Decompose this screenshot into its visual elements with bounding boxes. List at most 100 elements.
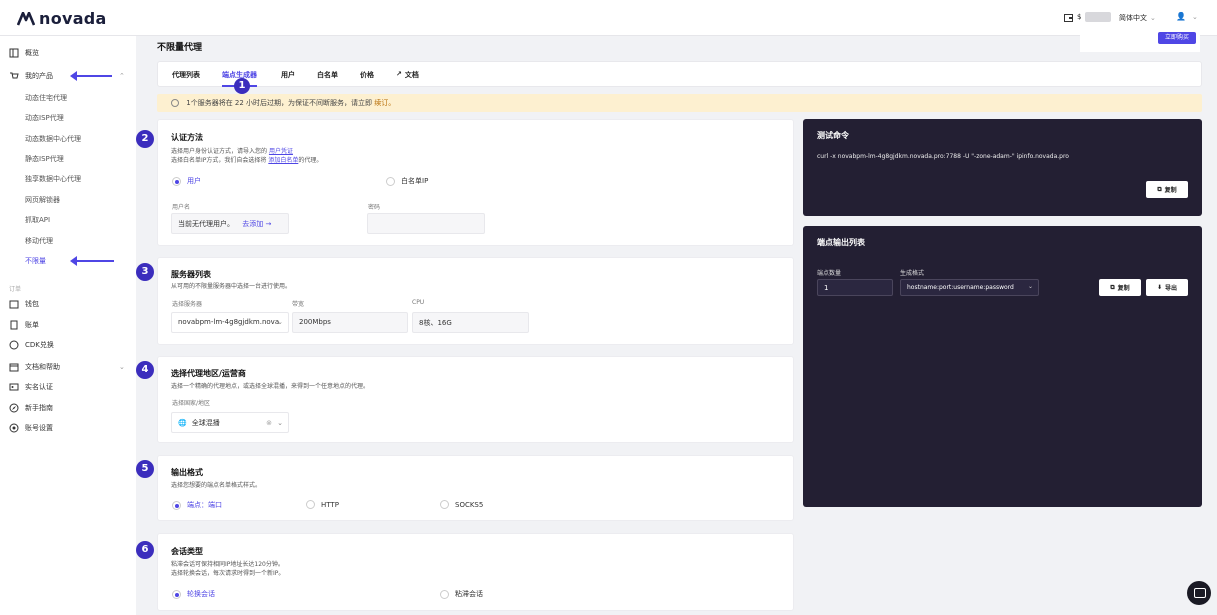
card-desc: 从可用的不限量服务器中选择一台进行使用。 <box>171 283 292 290</box>
add-user-link[interactable]: 去添加 → <box>242 220 271 228</box>
desc-text: 选择轮换会话，每次请求时得到一个新IP。 <box>171 570 285 577</box>
renew-link[interactable]: 续订。 <box>374 99 395 107</box>
chat-support-icon[interactable] <box>1187 581 1211 605</box>
radio-label: SOCKS5 <box>455 500 484 509</box>
tab-bar: 代理列表 端点生成器 用户 白名单 价格 ↗ 文档 1 <box>157 61 1202 94</box>
sidebar-item-mobile[interactable]: 移动代理 <box>25 236 53 246</box>
card-title: 会话类型 <box>171 547 203 556</box>
copy-icon: ⧉ <box>1110 283 1115 291</box>
user-menu[interactable]: 👤 ⌄ <box>1176 12 1198 21</box>
region-label: 选择国家/地区 <box>172 400 211 407</box>
sidebar-item-verify[interactable]: 实名认证 <box>9 382 53 392</box>
tab-pricing[interactable]: 价格 <box>360 70 374 80</box>
credentials-link[interactable]: 用户凭证 <box>269 148 293 155</box>
username-label: 用户名 <box>172 204 191 211</box>
endpoint-count-input[interactable]: 1 <box>817 279 893 296</box>
sidebar-item-static-isp[interactable]: 静态ISP代理 <box>25 154 64 164</box>
desc-text: 选择用户身份认证方式，请导入您的 <box>171 148 268 155</box>
sidebar: 概览 我的产品 ⌃ 动态住宅代理 动态ISP代理 动态数据中心代理 静态ISP代… <box>0 36 136 615</box>
format-value: hostname:port:username:password <box>907 284 1014 291</box>
sidebar-item-billing[interactable]: 账单 <box>9 320 39 330</box>
whitelist-link[interactable]: 添加白名单 <box>268 157 298 164</box>
region-select[interactable]: 🌐 全球混播 ⊗ ⌄ <box>171 412 289 433</box>
sidebar-item-my-products[interactable]: 我的产品 ⌃ <box>9 71 125 81</box>
export-button[interactable]: ⬇ 导出 <box>1146 279 1188 296</box>
radio-format-socks5[interactable]: SOCKS5 <box>440 500 483 509</box>
tab-whitelist[interactable]: 白名单 <box>317 70 338 80</box>
sidebar-item-residential[interactable]: 动态住宅代理 <box>25 93 67 103</box>
chevron-down-icon: ⌄ <box>277 418 283 427</box>
username-field[interactable]: 当前无代理用户。 去添加 → <box>171 213 289 234</box>
server-select[interactable]: novabpm-lm-4g8gjdkm.nova ⌄ <box>171 312 289 333</box>
region-card: 选择代理地区/运营商 选择一个精确的代理地点，或选择全球混播，来得到一个任意地点… <box>157 356 794 443</box>
bill-icon <box>10 320 18 330</box>
chevron-down-icon: ⌄ <box>1191 12 1198 21</box>
tab-proxy-list[interactable]: 代理列表 <box>172 70 200 80</box>
brand-name: novada <box>39 9 107 28</box>
server-select-label: 选择服务器 <box>172 301 203 308</box>
sidebar-item-label: 概览 <box>25 49 39 57</box>
tab-docs[interactable]: ↗ 文档 <box>396 70 419 80</box>
step-badge-6: 6 <box>136 541 154 559</box>
docs-icon <box>9 363 19 372</box>
language-select[interactable]: 简体中文 ⌄ <box>1119 13 1156 23</box>
step-badge-4: 4 <box>136 361 154 379</box>
copy-command-button[interactable]: ⧉ 复制 <box>1146 181 1188 198</box>
password-field[interactable] <box>367 213 485 234</box>
clear-icon[interactable]: ⊗ <box>266 419 272 427</box>
cdk-icon <box>9 340 19 350</box>
format-label: 生成格式 <box>900 270 925 277</box>
sidebar-item-wallet[interactable]: 钱包 <box>9 299 39 309</box>
copy-endpoints-button[interactable]: ⧉ 复制 <box>1099 279 1141 296</box>
radio-session-sticky[interactable]: 粘滞会话 <box>440 589 483 599</box>
sidebar-item-guide[interactable]: 新手指南 <box>9 403 53 413</box>
card-desc: 选择用户身份认证方式，请导入您的 用户凭证 选择白名单IP方式，我们自会选择将 … <box>171 147 322 165</box>
wallet-balance[interactable]: $ <box>1064 12 1112 22</box>
cart-icon <box>10 72 19 79</box>
language-label: 简体中文 <box>1119 14 1147 22</box>
radio-label: HTTP <box>321 500 339 509</box>
format-select[interactable]: hostname:port:username:password ⌄ <box>900 279 1039 296</box>
radio-auth-user[interactable]: 用户 <box>172 176 201 186</box>
button-label: 复制 <box>1164 187 1177 194</box>
radio-format-endpoint[interactable]: 端点：端口 <box>172 500 222 510</box>
bandwidth-field: 200Mbps <box>292 312 408 333</box>
sidebar-item-overview[interactable]: 概览 <box>9 48 39 58</box>
region-value: 全球混播 <box>191 418 220 427</box>
sidebar-item-dedicated-dc[interactable]: 独享数据中心代理 <box>25 174 81 184</box>
chevron-up-icon: ⌃ <box>119 72 125 80</box>
card-title: 输出格式 <box>171 468 203 477</box>
radio-format-http[interactable]: HTTP <box>306 500 339 509</box>
sidebar-item-isp[interactable]: 动态ISP代理 <box>25 113 64 123</box>
sidebar-item-unlimited[interactable]: 不限量 <box>25 256 46 266</box>
logo-mark-icon <box>17 11 35 25</box>
sidebar-item-cdk[interactable]: CDK兑换 <box>9 340 54 350</box>
radio-auth-whitelist[interactable]: 白名单IP <box>386 176 428 186</box>
top-bar: novada $ 简体中文 ⌄ 👤 ⌄ <box>0 0 1217 36</box>
radio-session-rotating[interactable]: 轮换会话 <box>172 589 215 599</box>
sidebar-item-label: 账单 <box>25 321 39 329</box>
promo-button[interactable]: 立即购买 <box>1158 32 1196 44</box>
sidebar-item-datacenter[interactable]: 动态数据中心代理 <box>25 134 81 144</box>
test-command-text[interactable]: curl -x novabpm-lm-4g8gjdkm.novada.pro:7… <box>817 153 1069 160</box>
cpu-field: 8核、16G <box>412 312 529 333</box>
sidebar-item-scraper-api[interactable]: 抓取API <box>25 215 50 225</box>
compass-icon <box>9 403 19 413</box>
sidebar-item-web-unlocker[interactable]: 网页解锁器 <box>25 195 60 205</box>
tab-label: 文档 <box>404 71 419 79</box>
user-icon: 👤 <box>1176 12 1186 21</box>
radio-label: 用户 <box>187 177 201 185</box>
tab-users[interactable]: 用户 <box>281 70 295 80</box>
sidebar-item-label: 钱包 <box>25 300 39 308</box>
radio-label: 粘滞会话 <box>455 590 483 598</box>
brand-logo[interactable]: novada <box>17 9 107 28</box>
wallet-prefix: $ <box>1077 13 1082 21</box>
radio-dot <box>386 176 395 186</box>
count-label: 端点数量 <box>817 270 842 277</box>
sidebar-item-settings[interactable]: 账号设置 <box>9 423 53 433</box>
card-desc: 粘滞会话可保持相同IP地址长达120分钟。 选择轮换会话，每次请求时得到一个新I… <box>171 560 284 578</box>
page-title: 不限量代理 <box>157 43 203 53</box>
sidebar-item-docs[interactable]: 文档和帮助 ⌄ <box>9 362 125 372</box>
radio-label: 端点：端口 <box>187 501 222 509</box>
notice-text: 1个服务器将在 22 小时后过期，为保证不间断服务，请立即 <box>186 99 373 107</box>
